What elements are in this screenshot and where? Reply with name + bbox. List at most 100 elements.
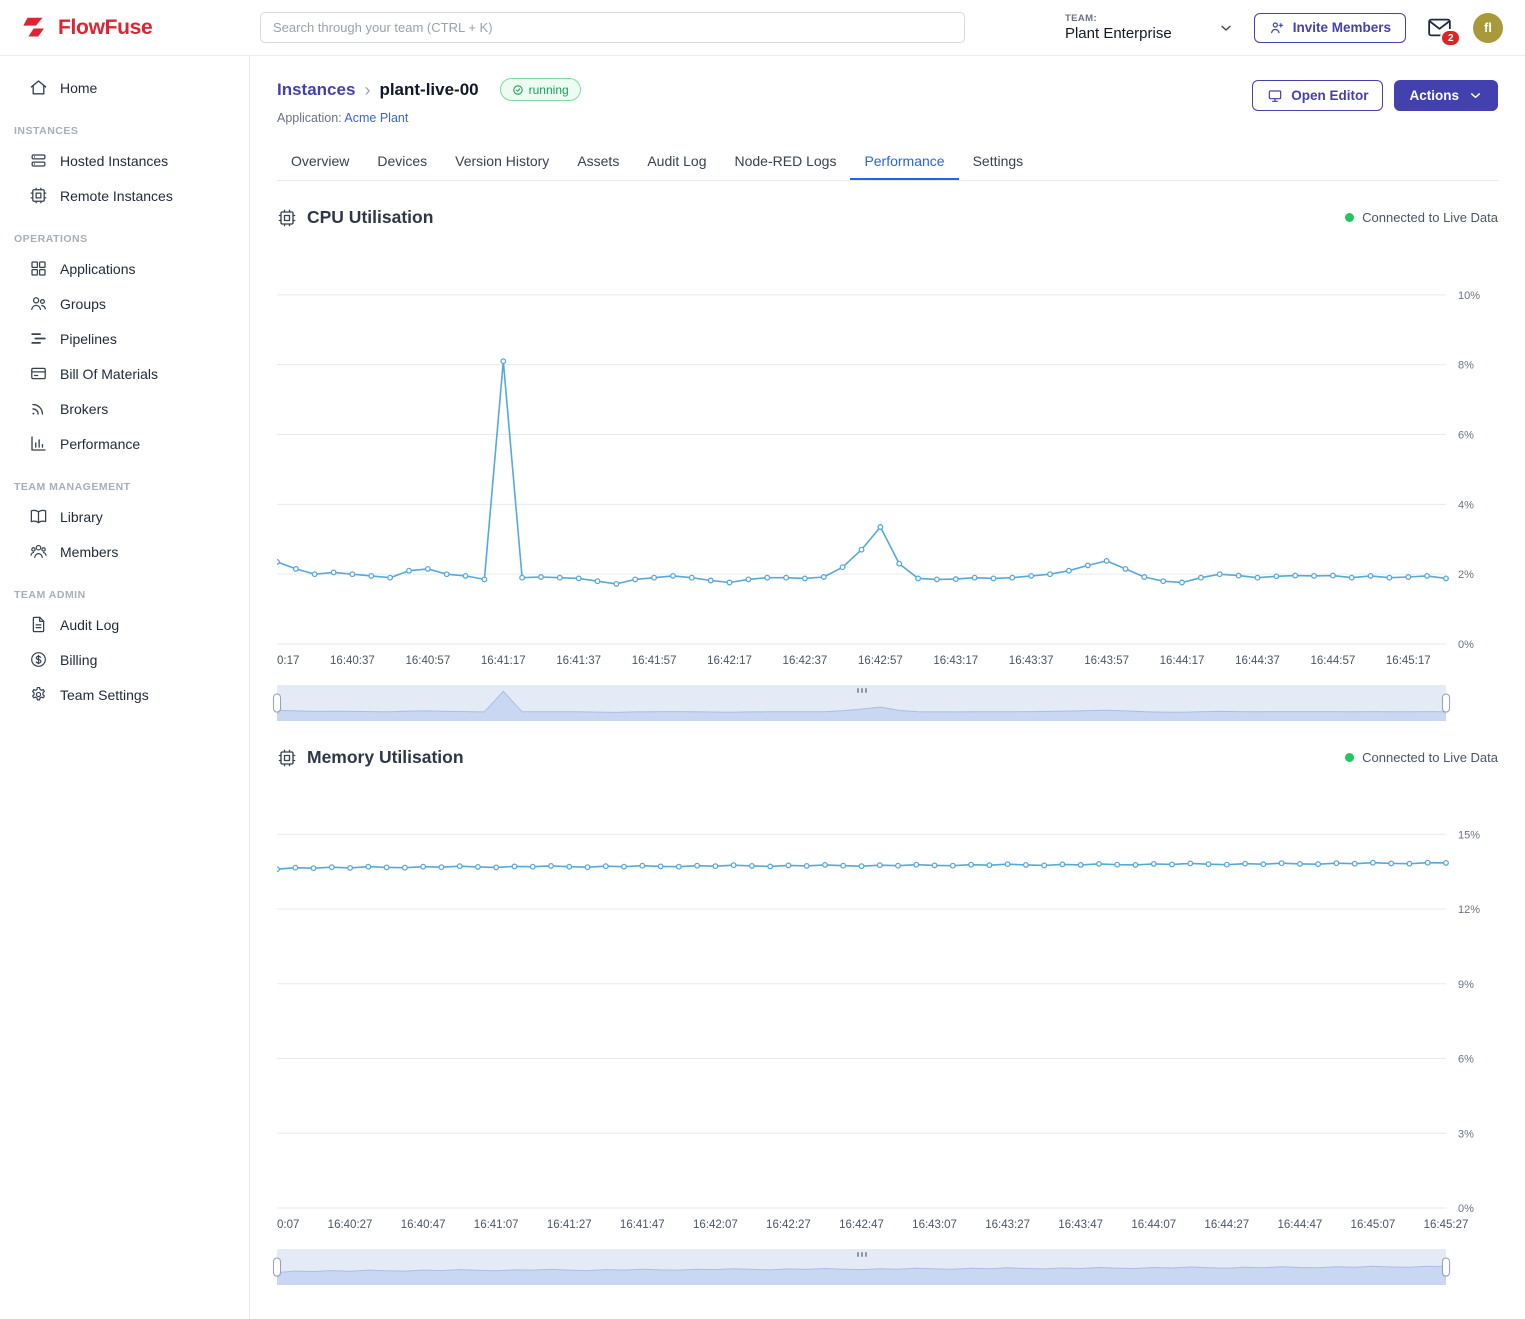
svg-text:16:41:27: 16:41:27 — [547, 1219, 592, 1231]
tab-version-history[interactable]: Version History — [441, 143, 563, 180]
svg-text:16:40:57: 16:40:57 — [405, 655, 450, 667]
svg-text:4%: 4% — [1458, 499, 1474, 511]
tab-overview[interactable]: Overview — [277, 143, 363, 180]
status-badge: running — [500, 78, 581, 101]
status-badge-label: running — [529, 83, 569, 97]
main-content: Instances › plant-live-00 running Applic… — [250, 0, 1525, 1311]
live-status-text: Connected to Live Data — [1362, 210, 1498, 225]
search-input[interactable] — [260, 12, 965, 43]
sidebar-item-label: Audit Log — [60, 617, 119, 633]
actions-label: Actions — [1409, 88, 1459, 103]
breadcrumb: Instances › plant-live-00 running — [277, 78, 581, 101]
brush-right-handle[interactable] — [1442, 694, 1450, 713]
pipelines-icon — [29, 329, 48, 348]
sidebar-item-billing[interactable]: Billing — [0, 642, 249, 677]
sidebar-item-label: Billing — [60, 652, 97, 668]
svg-text:16:40:27: 16:40:27 — [328, 1219, 373, 1231]
brush-left-handle[interactable] — [273, 694, 281, 713]
svg-text:16:44:07: 16:44:07 — [1131, 1219, 1176, 1231]
tab-audit-log[interactable]: Audit Log — [633, 143, 720, 180]
sidebar-item-performance[interactable]: Performance — [0, 426, 249, 461]
sidebar-section-operations: OPERATIONS — [0, 227, 249, 251]
avatar-initials: fl — [1484, 21, 1492, 35]
sidebar-item-members[interactable]: Members — [0, 534, 249, 569]
dollar-icon — [29, 650, 48, 669]
team-selector-value: Plant Enterprise — [1065, 25, 1172, 42]
team-selector-label: TEAM: — [1065, 13, 1172, 24]
cpu-chart-brush[interactable] — [277, 685, 1446, 721]
svg-text:16:41:37: 16:41:37 — [556, 655, 601, 667]
sidebar-item-remote-instances[interactable]: Remote Instances — [0, 178, 249, 213]
tab-performance[interactable]: Performance — [850, 143, 958, 180]
brush-grip-icon[interactable] — [857, 1252, 867, 1257]
brush-grip-icon[interactable] — [857, 688, 867, 693]
brush-right-handle[interactable] — [1442, 1258, 1450, 1277]
sidebar-item-audit-log[interactable]: Audit Log — [0, 607, 249, 642]
sidebar-item-label: Applications — [60, 261, 136, 277]
home-icon — [29, 78, 48, 97]
svg-text:16:43:07: 16:43:07 — [912, 1219, 957, 1231]
memory-live-status: Connected to Live Data — [1345, 750, 1498, 765]
svg-text:0%: 0% — [1458, 1203, 1474, 1215]
actions-button[interactable]: Actions — [1394, 80, 1498, 111]
sidebar-item-team-settings[interactable]: Team Settings — [0, 677, 249, 712]
invite-members-button[interactable]: Invite Members — [1254, 13, 1406, 43]
sidebar-item-label: Hosted Instances — [60, 153, 168, 169]
application-link[interactable]: Acme Plant — [344, 111, 408, 125]
notifications-button[interactable]: 2 — [1426, 14, 1453, 41]
top-header: FlowFuse TEAM: Plant Enterprise Invite M… — [0, 0, 1525, 56]
svg-text:16:44:47: 16:44:47 — [1277, 1219, 1322, 1231]
sidebar-item-bill-of-materials[interactable]: Bill Of Materials — [0, 356, 249, 391]
open-editor-label: Open Editor — [1291, 88, 1368, 103]
memory-chart-brush[interactable] — [277, 1249, 1446, 1285]
memory-utilisation-chart: 0%3%6%9%12%15%0:0716:40:2716:40:4716:41:… — [277, 772, 1498, 1241]
sidebar-item-applications[interactable]: Applications — [0, 251, 249, 286]
cpu-section-title-text: CPU Utilisation — [307, 207, 433, 228]
chevron-down-icon — [1218, 20, 1234, 36]
chip-icon — [277, 748, 297, 768]
sidebar-item-library[interactable]: Library — [0, 499, 249, 534]
svg-text:16:41:47: 16:41:47 — [620, 1219, 665, 1231]
sidebar-item-brokers[interactable]: Brokers — [0, 391, 249, 426]
avatar[interactable]: fl — [1473, 13, 1503, 43]
instance-tabs: Overview Devices Version History Assets … — [277, 143, 1498, 181]
svg-text:16:44:57: 16:44:57 — [1310, 655, 1355, 667]
svg-text:16:41:17: 16:41:17 — [481, 655, 526, 667]
team-selector[interactable]: TEAM: Plant Enterprise — [1065, 13, 1234, 42]
svg-text:16:44:17: 16:44:17 — [1160, 655, 1205, 667]
live-status-text: Connected to Live Data — [1362, 750, 1498, 765]
tab-devices[interactable]: Devices — [363, 143, 441, 180]
users-icon — [29, 294, 48, 313]
sidebar-item-hosted-instances[interactable]: Hosted Instances — [0, 143, 249, 178]
live-status-dot — [1345, 753, 1354, 762]
svg-text:15%: 15% — [1458, 829, 1480, 841]
open-editor-button[interactable]: Open Editor — [1252, 80, 1383, 111]
sidebar-item-pipelines[interactable]: Pipelines — [0, 321, 249, 356]
server-icon — [29, 151, 48, 170]
rss-icon — [29, 399, 48, 418]
invite-user-icon — [1269, 20, 1285, 36]
svg-text:16:42:17: 16:42:17 — [707, 655, 752, 667]
svg-text:16:41:07: 16:41:07 — [474, 1219, 519, 1231]
breadcrumb-instances-link[interactable]: Instances — [277, 80, 355, 100]
grid-icon — [29, 259, 48, 278]
sidebar-item-groups[interactable]: Groups — [0, 286, 249, 321]
book-icon — [29, 507, 48, 526]
svg-text:9%: 9% — [1458, 979, 1474, 991]
cpu-utilisation-chart: 0%2%4%6%8%10%0:1716:40:3716:40:5716:41:1… — [277, 232, 1498, 677]
svg-text:16:45:27: 16:45:27 — [1424, 1219, 1469, 1231]
brush-left-handle[interactable] — [273, 1258, 281, 1277]
flowfuse-logo[interactable]: FlowFuse — [20, 13, 252, 43]
tab-assets[interactable]: Assets — [563, 143, 633, 180]
tab-node-red-logs[interactable]: Node-RED Logs — [721, 143, 851, 180]
sidebar-item-home[interactable]: Home — [0, 70, 249, 105]
svg-text:10%: 10% — [1458, 290, 1480, 302]
tab-settings[interactable]: Settings — [959, 143, 1038, 180]
svg-text:12%: 12% — [1458, 904, 1480, 916]
svg-text:16:41:57: 16:41:57 — [632, 655, 677, 667]
svg-text:16:40:37: 16:40:37 — [330, 655, 375, 667]
memory-section-title-text: Memory Utilisation — [307, 747, 464, 768]
chip-icon — [29, 186, 48, 205]
svg-text:16:42:57: 16:42:57 — [858, 655, 903, 667]
sidebar-item-label: Groups — [60, 296, 106, 312]
